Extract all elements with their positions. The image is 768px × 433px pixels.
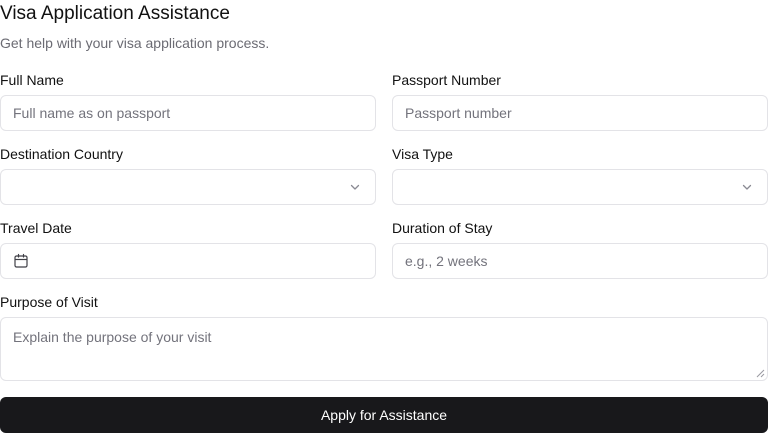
- page-title: Visa Application Assistance: [0, 3, 230, 24]
- passport-number-placeholder: Passport number: [405, 105, 512, 121]
- travel-date-label: Travel Date: [0, 220, 72, 236]
- travel-date-picker[interactable]: [0, 243, 376, 279]
- chevron-down-icon: [350, 184, 360, 190]
- duration-of-stay-input[interactable]: e.g., 2 weeks: [392, 243, 768, 279]
- visa-type-label: Visa Type: [392, 146, 453, 162]
- passport-number-label: Passport Number: [392, 72, 501, 88]
- purpose-of-visit-label: Purpose of Visit: [0, 294, 98, 310]
- visa-assistance-form: Visa Application Assistance Get help wit…: [0, 0, 768, 433]
- page-subtitle: Get help with your visa application proc…: [0, 35, 270, 51]
- full-name-label: Full Name: [0, 72, 64, 88]
- purpose-of-visit-placeholder: Explain the purpose of your visit: [13, 329, 212, 345]
- full-name-placeholder: Full name as on passport: [13, 105, 171, 121]
- purpose-of-visit-textarea[interactable]: Explain the purpose of your visit: [0, 317, 768, 381]
- chevron-down-icon: [742, 184, 752, 190]
- passport-number-input[interactable]: Passport number: [392, 95, 768, 131]
- resize-handle-icon[interactable]: [756, 369, 765, 378]
- duration-of-stay-label: Duration of Stay: [392, 220, 493, 236]
- full-name-input[interactable]: Full name as on passport: [0, 95, 376, 131]
- destination-country-label: Destination Country: [0, 146, 123, 162]
- visa-type-select[interactable]: [392, 169, 768, 205]
- apply-for-assistance-button[interactable]: Apply for Assistance: [0, 397, 768, 433]
- duration-of-stay-placeholder: e.g., 2 weeks: [405, 253, 488, 269]
- calendar-icon: [14, 253, 28, 268]
- destination-country-select[interactable]: [0, 169, 376, 205]
